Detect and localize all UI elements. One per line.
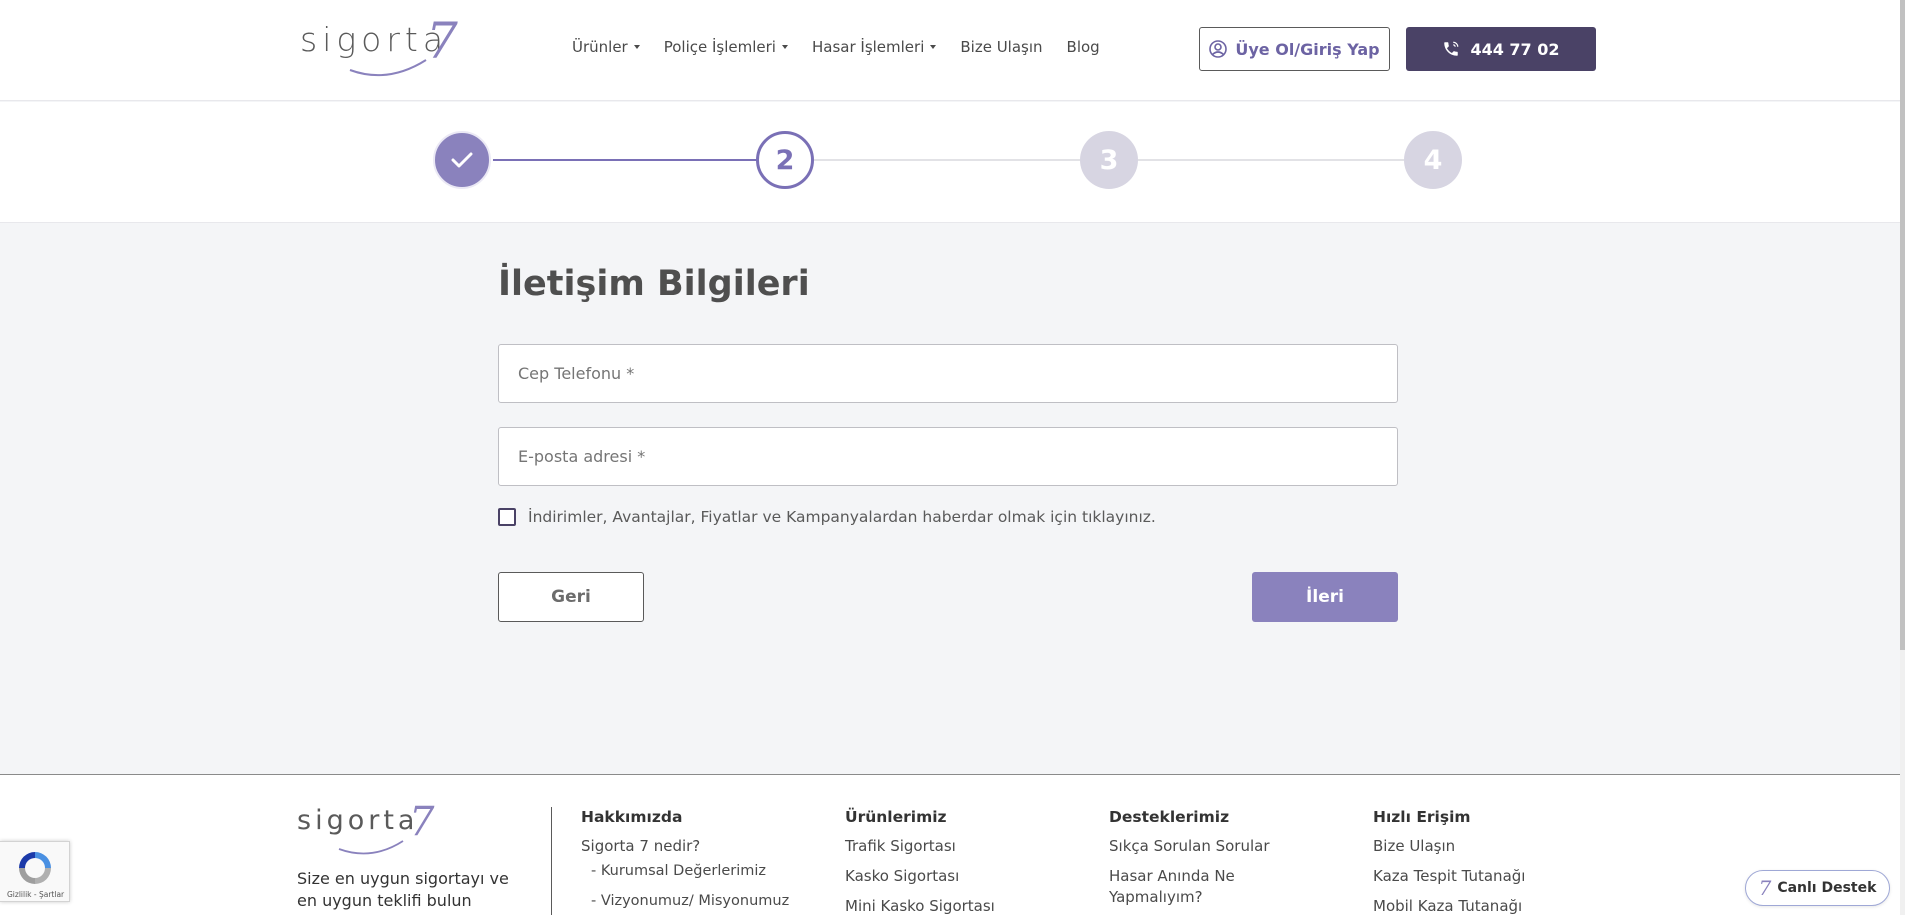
footer-link[interactable]: Kaza Tespit Tutanağı bbox=[1373, 866, 1525, 887]
footer-link[interactable]: Hasar Anında Ne Yapmalıyım? bbox=[1109, 866, 1279, 908]
nav-item-contact[interactable]: Bize Ulaşın bbox=[960, 38, 1042, 56]
nav-item-claims[interactable]: Hasar İşlemleri bbox=[811, 38, 937, 56]
nav-item-label: Hasar İşlemleri bbox=[811, 38, 925, 56]
footer-link[interactable]: Sigorta 7 nedir? bbox=[581, 836, 789, 857]
phone-field[interactable] bbox=[498, 344, 1398, 403]
live-support-logo-icon: 7 bbox=[1758, 876, 1772, 900]
footer-link[interactable]: Trafik Sigortası bbox=[845, 836, 995, 857]
recaptcha-terms[interactable]: Gizlilik - Şartlar bbox=[7, 890, 64, 899]
user-icon bbox=[1209, 40, 1228, 58]
footer-link[interactable]: Mini Kasko Sigortası bbox=[845, 896, 995, 915]
footer-link[interactable]: - Vizyonumuz/ Misyonumuz bbox=[581, 891, 789, 912]
checkmark-icon bbox=[451, 152, 473, 168]
caret-down-icon bbox=[633, 45, 640, 49]
footer-divider bbox=[551, 807, 552, 915]
footer-col-heading: Hakkımızda bbox=[581, 808, 683, 826]
phone-button[interactable]: 444 77 02 bbox=[1406, 27, 1596, 71]
live-support-button[interactable]: 7 Canlı Destek bbox=[1745, 870, 1890, 906]
step-2-current: 2 bbox=[756, 131, 814, 189]
footer-link[interactable]: Bize Ulaşın bbox=[1373, 836, 1525, 857]
site-header: sigorta 7 Ürünler Poliçe İşlemleri Hasar… bbox=[0, 0, 1905, 101]
phone-label: 444 77 02 bbox=[1470, 39, 1560, 59]
footer-col-heading: Ürünlerimiz bbox=[845, 808, 947, 826]
recaptcha-badge[interactable]: Gizlilik - Şartlar bbox=[0, 841, 70, 902]
phone-input[interactable] bbox=[499, 345, 1397, 402]
footer-col-products: Ürünlerimiz Trafik Sigortası Kasko Sigor… bbox=[845, 808, 995, 915]
main-nav: Ürünler Poliçe İşlemleri Hasar İşlemleri… bbox=[572, 38, 1100, 56]
footer-col-quick-access: Hızlı Erişim Bize Ulaşın Kaza Tespit Tut… bbox=[1373, 808, 1525, 915]
live-support-label: Canlı Destek bbox=[1777, 880, 1877, 896]
nav-item-label: Bize Ulaşın bbox=[960, 38, 1043, 56]
logo-swoosh-icon bbox=[338, 840, 404, 855]
consent-row: İndirimler, Avantajlar, Fiyatlar ve Kamp… bbox=[498, 508, 1156, 526]
caret-down-icon bbox=[781, 45, 788, 49]
nav-item-label: Poliçe İşlemleri bbox=[663, 38, 776, 56]
step-connector-3 bbox=[1138, 159, 1406, 161]
caret-down-icon bbox=[930, 45, 937, 49]
site-logo[interactable]: sigorta 7 bbox=[298, 12, 463, 78]
footer-link[interactable]: Sıkça Sorulan Sorular bbox=[1109, 836, 1279, 857]
footer-tagline: Size en uygun sigortayı ve en uygun tekl… bbox=[297, 869, 509, 910]
back-button[interactable]: Geri bbox=[498, 572, 644, 622]
scrollbar-thumb[interactable] bbox=[1900, 0, 1905, 650]
nav-item-policy[interactable]: Poliçe İşlemleri bbox=[664, 38, 788, 56]
progress-stepper: 2 3 4 bbox=[0, 102, 1905, 223]
nav-item-label: Blog bbox=[1066, 38, 1100, 56]
step-connector-1 bbox=[490, 159, 758, 161]
nav-item-blog[interactable]: Blog bbox=[1067, 38, 1100, 56]
footer-link[interactable]: - Kurumsal Değerlerimiz bbox=[581, 861, 789, 882]
recaptcha-icon bbox=[19, 852, 51, 884]
page-scrollbar[interactable] bbox=[1900, 0, 1905, 915]
site-footer: sigorta 7 Size en uygun sigortayı ve en … bbox=[0, 774, 1900, 915]
logo-swoosh-icon bbox=[349, 59, 427, 77]
step-4: 4 bbox=[1404, 131, 1462, 189]
consent-checkbox[interactable] bbox=[498, 508, 516, 526]
footer-col-heading: Hızlı Erişim bbox=[1373, 808, 1471, 826]
step-3: 3 bbox=[1080, 131, 1138, 189]
page-title: İletişim Bilgileri bbox=[498, 264, 810, 304]
nav-item-products[interactable]: Ürünler bbox=[572, 38, 640, 56]
consent-label[interactable]: İndirimler, Avantajlar, Fiyatlar ve Kamp… bbox=[528, 508, 1156, 526]
footer-col-support: Desteklerimiz Sıkça Sorulan Sorular Hasa… bbox=[1109, 808, 1279, 915]
email-field[interactable] bbox=[498, 427, 1398, 486]
footer-col-about: Hakkımızda Sigorta 7 nedir? - Kurumsal D… bbox=[581, 808, 789, 915]
step-connector-2 bbox=[814, 159, 1082, 161]
step-1-completed bbox=[433, 131, 491, 189]
footer-col-heading: Desteklerimiz bbox=[1109, 808, 1230, 826]
phone-icon bbox=[1444, 41, 1459, 56]
footer-logo[interactable]: sigorta 7 bbox=[297, 799, 442, 860]
email-input[interactable] bbox=[499, 428, 1397, 485]
footer-link[interactable]: Kasko Sigortası bbox=[845, 866, 995, 887]
next-button[interactable]: İleri bbox=[1252, 572, 1398, 622]
login-button[interactable]: Üye Ol/Giriş Yap bbox=[1199, 27, 1390, 71]
footer-link[interactable]: Mobil Kaza Tutanağı bbox=[1373, 896, 1525, 915]
login-label: Üye Ol/Giriş Yap bbox=[1235, 39, 1380, 59]
nav-item-label: Ürünler bbox=[572, 38, 628, 56]
